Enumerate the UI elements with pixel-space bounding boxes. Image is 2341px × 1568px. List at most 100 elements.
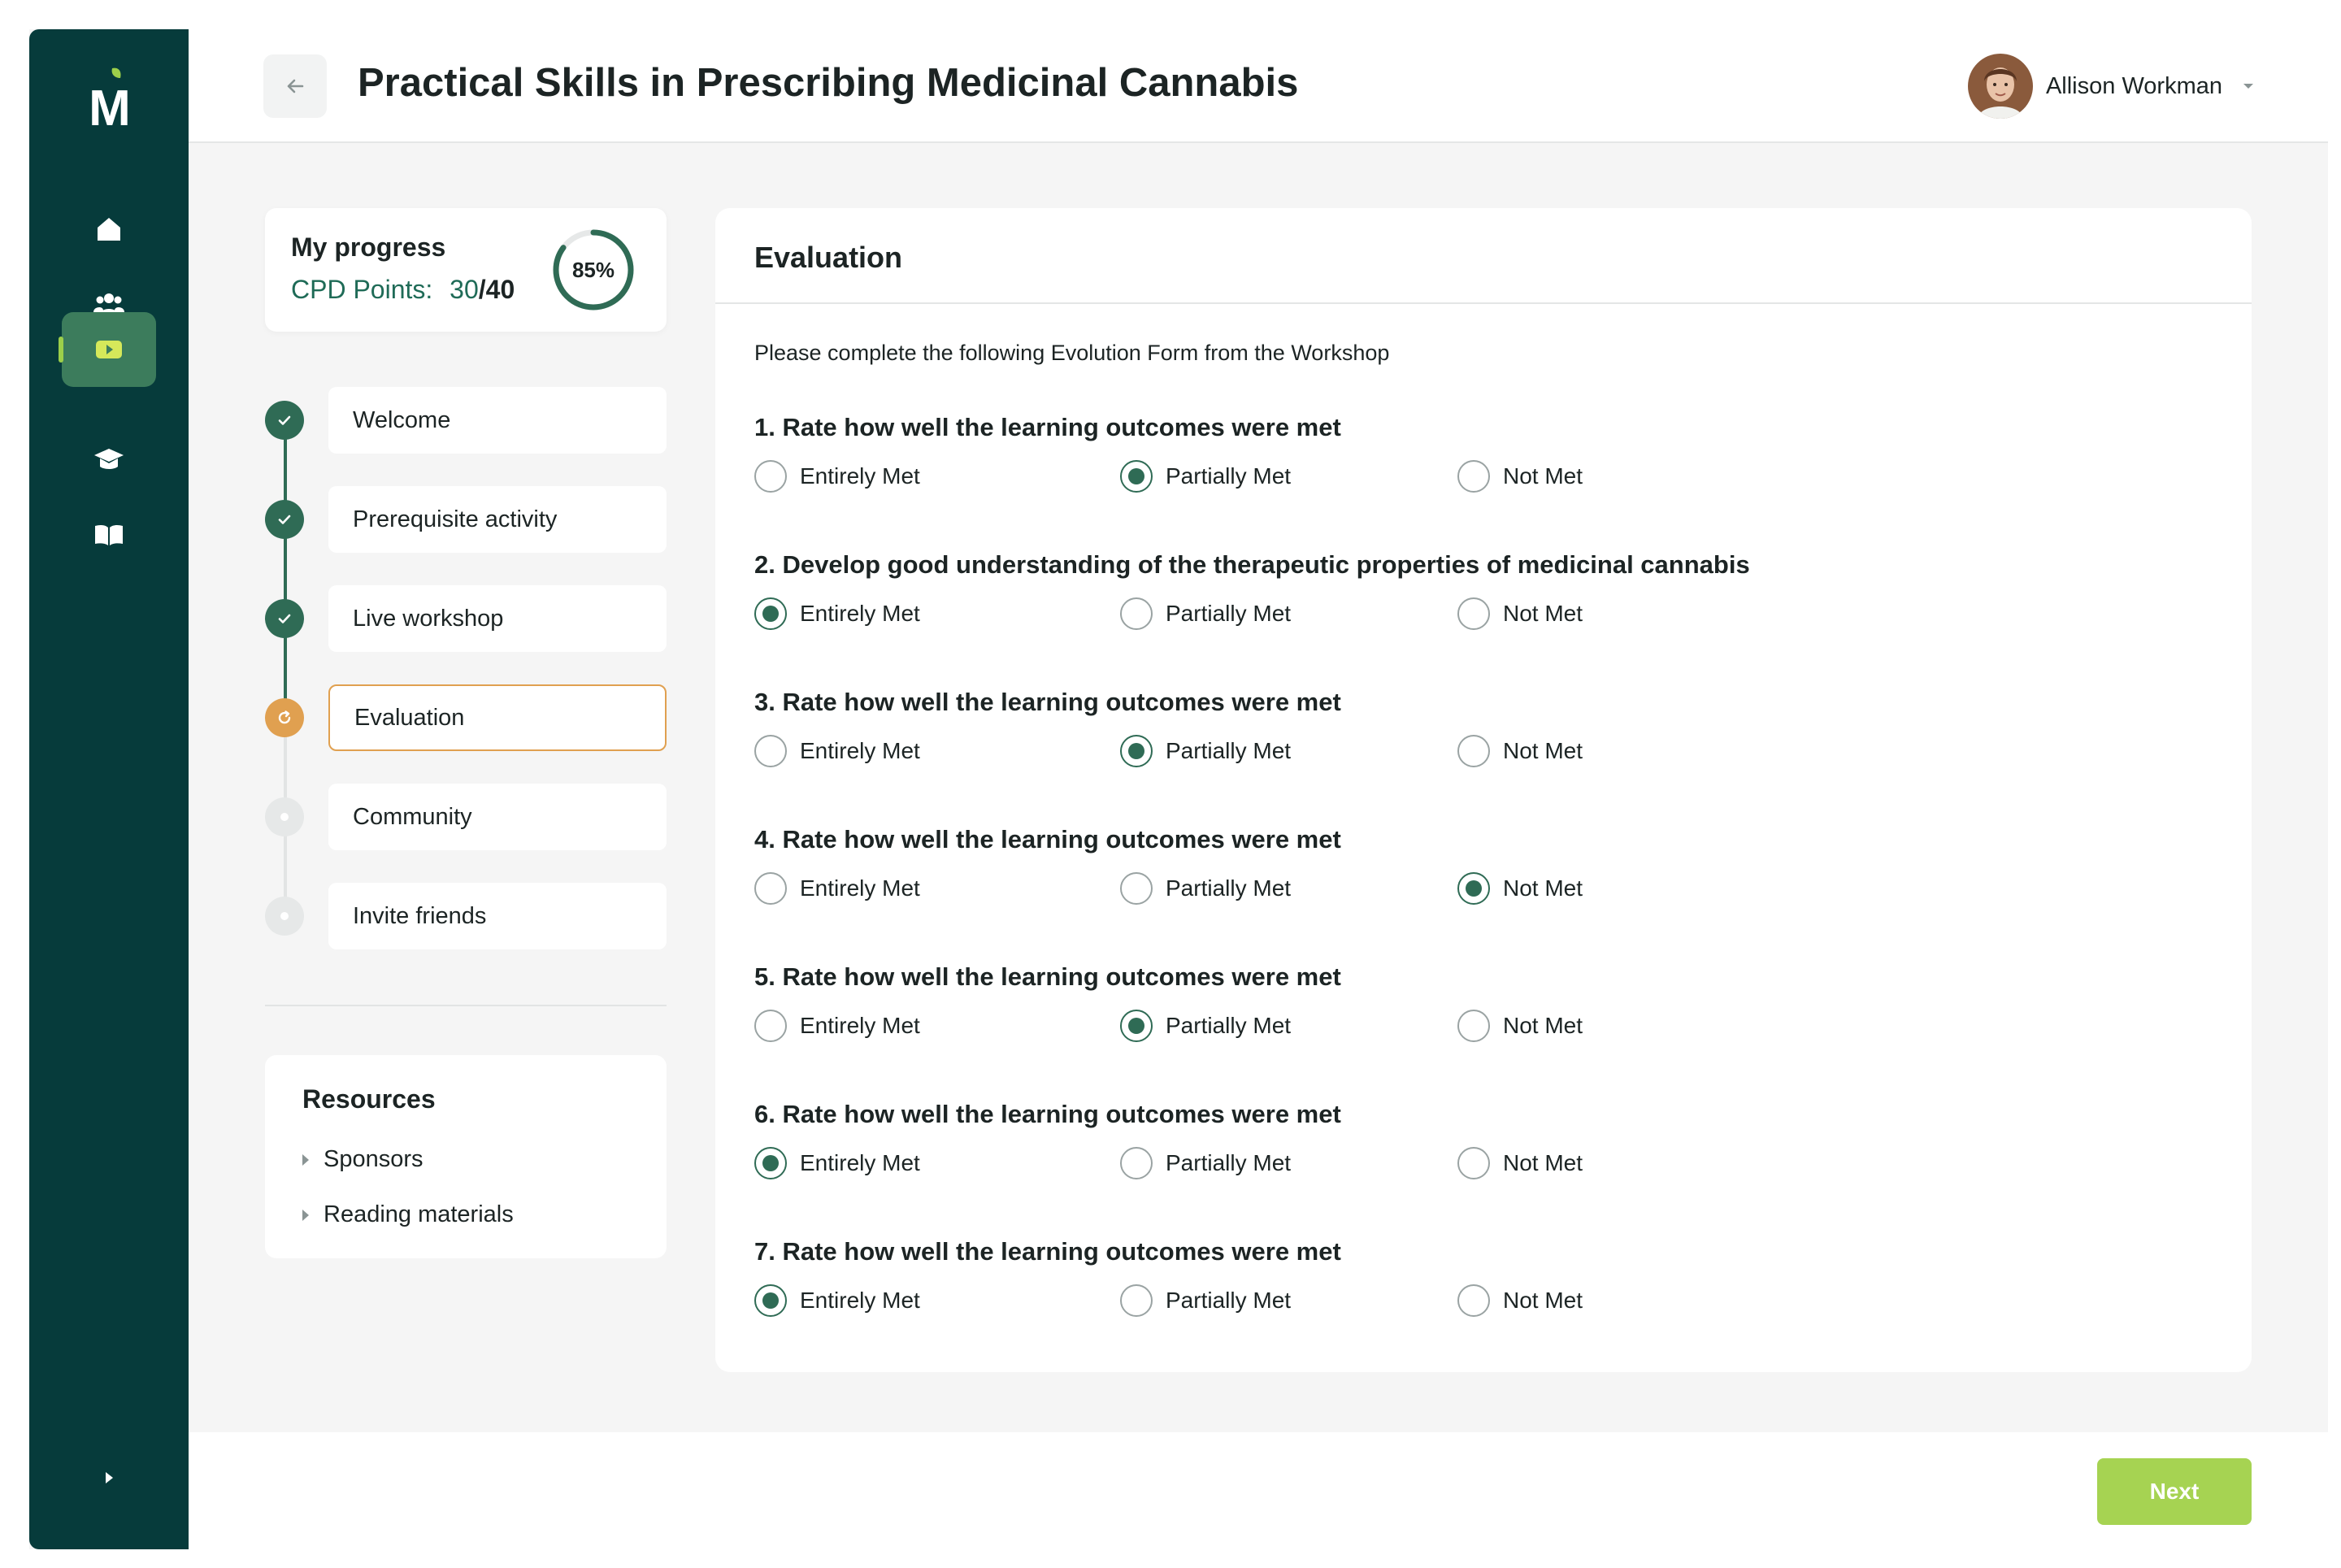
radio-button[interactable] — [1457, 597, 1490, 630]
radio-button[interactable] — [1457, 1147, 1490, 1179]
radio-button[interactable] — [754, 735, 787, 767]
radio-option-not-met[interactable]: Not Met — [1457, 1145, 1583, 1181]
book-open-icon — [95, 524, 123, 545]
step-welcome[interactable]: Welcome — [328, 387, 667, 454]
step-label: Welcome — [353, 406, 451, 433]
radio-option-entirely-met[interactable]: Entirely Met — [754, 1283, 920, 1318]
footer-bar: Next — [189, 1432, 2328, 1549]
radio-label: Partially Met — [1166, 1288, 1292, 1313]
back-button[interactable] — [263, 54, 327, 118]
radio-option-partially-met[interactable]: Partially Met — [1120, 1008, 1291, 1044]
evaluation-intro: Please complete the following Evolution … — [754, 341, 1390, 365]
radio-label: Not Met — [1503, 1288, 1583, 1313]
radio-option-not-met[interactable]: Not Met — [1457, 1008, 1583, 1044]
radio-button[interactable] — [754, 872, 787, 905]
radio-option-not-met[interactable]: Not Met — [1457, 596, 1583, 632]
radio-button[interactable] — [1120, 1147, 1153, 1179]
resource-link-sponsors[interactable]: Sponsors — [302, 1146, 423, 1173]
radio-button[interactable] — [1120, 1010, 1153, 1042]
resource-label: Reading materials — [324, 1201, 514, 1227]
question-6: 6. Rate how well the learning outcomes w… — [754, 1100, 2217, 1222]
radio-option-partially-met[interactable]: Partially Met — [1120, 1145, 1291, 1181]
nav-item-courses[interactable] — [59, 312, 156, 387]
radio-button[interactable] — [754, 1147, 787, 1179]
resources-card: Resources Sponsors Reading materials — [265, 1055, 667, 1258]
evaluation-form: Evaluation Please complete the following… — [715, 208, 2252, 1372]
radio-button[interactable] — [1457, 460, 1490, 493]
step-community[interactable]: Community — [328, 784, 667, 850]
question-title: 6. Rate how well the learning outcomes w… — [754, 1100, 1341, 1128]
step-evaluation[interactable]: Evaluation — [328, 684, 667, 751]
evaluation-title: Evaluation — [754, 241, 903, 274]
radio-button[interactable] — [754, 1010, 787, 1042]
radio-option-entirely-met[interactable]: Entirely Met — [754, 733, 920, 769]
radio-label: Not Met — [1503, 1013, 1583, 1038]
radio-option-entirely-met[interactable]: Entirely Met — [754, 1008, 920, 1044]
nav-item-education[interactable] — [62, 423, 156, 497]
radio-button[interactable] — [754, 460, 787, 493]
resources-title: Resources — [302, 1084, 436, 1114]
step-prerequisite-activity[interactable]: Prerequisite activity — [328, 486, 667, 553]
radio-label: Not Met — [1503, 601, 1583, 626]
question-title: 5. Rate how well the learning outcomes w… — [754, 962, 1341, 991]
radio-button[interactable] — [1120, 872, 1153, 905]
question-title: 3. Rate how well the learning outcomes w… — [754, 688, 1341, 716]
radio-option-entirely-met[interactable]: Entirely Met — [754, 1145, 920, 1181]
radio-button[interactable] — [754, 597, 787, 630]
radio-label: Partially Met — [1166, 601, 1292, 626]
step-status-todo — [265, 897, 304, 936]
cpd-separator: / — [478, 275, 486, 304]
home-icon — [98, 218, 120, 241]
step-status-done — [265, 599, 304, 638]
step-label: Community — [353, 803, 472, 830]
avatar[interactable] — [1967, 54, 2033, 119]
radio-label: Partially Met — [1166, 738, 1292, 763]
user-menu[interactable]: Allison Workman — [1967, 54, 2256, 119]
check-icon — [278, 415, 291, 425]
radio-button[interactable] — [1457, 1284, 1490, 1317]
radio-option-not-met[interactable]: Not Met — [1457, 733, 1583, 769]
user-name[interactable]: Allison Workman — [2046, 73, 2222, 100]
radio-option-partially-met[interactable]: Partially Met — [1120, 458, 1291, 494]
radio-option-not-met[interactable]: Not Met — [1457, 458, 1583, 494]
radio-button[interactable] — [1120, 1284, 1153, 1317]
brand-logo[interactable]: M — [73, 62, 146, 137]
step-label: Prerequisite activity — [353, 506, 558, 532]
radio-option-partially-met[interactable]: Partially Met — [1120, 871, 1291, 906]
next-button[interactable]: Next — [2097, 1458, 2252, 1525]
resource-link-reading-materials[interactable]: Reading materials — [302, 1201, 514, 1228]
sidebar-expand-button[interactable] — [93, 1462, 125, 1494]
step-status-current — [265, 698, 304, 737]
question-7: 7. Rate how well the learning outcomes w… — [754, 1237, 2217, 1359]
radio-option-entirely-met[interactable]: Entirely Met — [754, 596, 920, 632]
page-title: Practical Skills in Prescribing Medicina… — [358, 61, 1299, 105]
caret-down-icon[interactable] — [2240, 78, 2256, 94]
radio-button[interactable] — [1457, 872, 1490, 905]
nav-item-home[interactable] — [62, 192, 156, 267]
radio-label: Partially Met — [1166, 1150, 1292, 1175]
progress-card: My progress CPD Points: 30/40 85% — [265, 208, 667, 332]
step-invite-friends[interactable]: Invite friends — [328, 883, 667, 949]
radio-option-partially-met[interactable]: Partially Met — [1120, 596, 1291, 632]
radio-button[interactable] — [1120, 460, 1153, 493]
radio-option-partially-met[interactable]: Partially Met — [1120, 1283, 1291, 1318]
radio-label: Entirely Met — [800, 738, 920, 763]
radio-option-entirely-met[interactable]: Entirely Met — [754, 458, 920, 494]
check-icon — [278, 515, 291, 524]
radio-button[interactable] — [754, 1284, 787, 1317]
arrow-left-icon — [287, 79, 304, 93]
radio-option-partially-met[interactable]: Partially Met — [1120, 733, 1291, 769]
nav-item-library[interactable] — [62, 497, 156, 572]
radio-button[interactable] — [1457, 735, 1490, 767]
radio-button[interactable] — [1120, 597, 1153, 630]
radio-button[interactable] — [1120, 735, 1153, 767]
radio-label: Not Met — [1503, 463, 1583, 489]
radio-button[interactable] — [1457, 1010, 1490, 1042]
radio-label: Entirely Met — [800, 1150, 920, 1175]
evaluation-header: Evaluation — [715, 208, 2252, 304]
check-icon — [278, 614, 291, 623]
step-live-workshop[interactable]: Live workshop — [328, 585, 667, 652]
radio-option-not-met[interactable]: Not Met — [1457, 871, 1583, 906]
radio-option-entirely-met[interactable]: Entirely Met — [754, 871, 920, 906]
radio-option-not-met[interactable]: Not Met — [1457, 1283, 1583, 1318]
